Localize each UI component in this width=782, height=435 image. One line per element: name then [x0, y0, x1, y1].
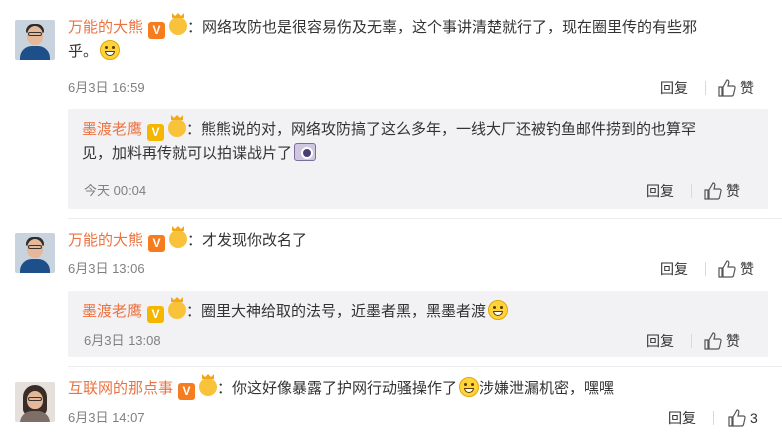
comment-body: ：才发现你改名了	[187, 232, 308, 249]
vip-crown-icon	[199, 378, 218, 396]
thumbs-up-icon	[728, 409, 746, 427]
comment-time: 6月3日 13:06	[68, 261, 145, 276]
reply-body: ：熊熊说的对，网络攻防搞了这么多年，一线大厂还被钓鱼邮件捞到的也算罕	[186, 121, 697, 138]
comment-time: 6月3日 14:07	[68, 410, 145, 425]
reply-button[interactable]: 回复	[668, 409, 696, 427]
like-label: 赞	[726, 333, 740, 349]
smirk-emoji-icon	[488, 300, 509, 320]
camera-emoji-icon	[294, 143, 317, 161]
action-divider	[691, 184, 692, 198]
reply-time: 今天 00:04	[84, 183, 147, 198]
like-button[interactable]: 赞	[704, 182, 740, 200]
reply-text: 墨渡老鹰 V ：熊熊说的对，网络攻防搞了这么多年，一线大厂还被钓鱼邮件捞到的也算罕 …	[82, 118, 762, 166]
comment-text: 万能的大熊 V ：网络攻防也是很容易伤及无辜，这个事讲清楚就行了，现在圈里传的有些邪…	[68, 16, 768, 64]
like-label: 赞	[740, 261, 754, 277]
verified-badge-icon: V	[148, 235, 166, 252]
comment-text: 万能的大熊 V ：才发现你改名了	[68, 229, 768, 253]
reply-time: 6月3日 13:08	[84, 333, 161, 348]
comment-separator	[68, 218, 782, 219]
like-label: 赞	[740, 80, 754, 96]
reply-button[interactable]: 回复	[660, 79, 688, 97]
comment-username[interactable]: 万能的大熊	[68, 19, 143, 36]
user-avatar[interactable]	[15, 233, 55, 273]
comment-body-cont: 涉嫌泄漏机密，嘿嘿	[479, 380, 615, 397]
reply-body-cont: 见，加料再传就可以拍谍战片了	[82, 145, 293, 162]
user-avatar[interactable]	[15, 20, 55, 60]
reply-text: 墨渡老鹰 V ：圈里大神给取的法号，近墨者黑，黑墨者渡	[82, 300, 762, 324]
comment-text: 互联网的那点事 V ：你这好像暴露了护网行动骚操作了 涉嫌泄漏机密，嘿嘿	[68, 377, 768, 401]
action-divider	[713, 411, 714, 425]
laugh-emoji-icon	[100, 40, 121, 60]
thumbs-up-icon	[704, 182, 722, 200]
reply-username[interactable]: 墨渡老鹰	[82, 121, 142, 138]
comment-username[interactable]: 互联网的那点事	[68, 380, 173, 397]
like-button[interactable]: 赞	[718, 260, 754, 278]
thumbs-up-icon	[718, 79, 736, 97]
comment-body: ：网络攻防也是很容易伤及无辜，这个事讲清楚就行了，现在圈里传的有些邪	[187, 19, 698, 36]
verified-badge-icon: V	[148, 22, 166, 39]
smirk-emoji-icon	[459, 377, 480, 397]
verified-badge-icon: V	[147, 306, 165, 323]
action-divider	[705, 262, 706, 276]
vip-crown-icon	[168, 119, 187, 137]
reply-body: ：圈里大神给取的法号，近墨者黑，黑墨者渡	[186, 303, 487, 320]
reply-button[interactable]: 回复	[660, 260, 688, 278]
comment-separator	[68, 366, 782, 367]
vip-crown-icon	[169, 230, 188, 248]
action-divider	[705, 81, 706, 95]
thumbs-up-icon	[718, 260, 736, 278]
action-divider	[691, 334, 692, 348]
reply-button[interactable]: 回复	[646, 182, 674, 200]
user-avatar[interactable]	[15, 382, 55, 422]
vip-crown-icon	[168, 301, 187, 319]
comment-time: 6月3日 16:59	[68, 80, 145, 95]
thumbs-up-icon	[704, 332, 722, 350]
like-button[interactable]: 3	[728, 409, 758, 427]
comment-body-cont: 乎。	[68, 43, 99, 60]
like-button[interactable]: 赞	[718, 79, 754, 97]
vip-crown-icon	[169, 17, 188, 35]
verified-badge-icon: V	[178, 383, 196, 400]
like-button[interactable]: 赞	[704, 332, 740, 350]
reply-username[interactable]: 墨渡老鹰	[82, 303, 142, 320]
comment-body: ：你这好像暴露了护网行动骚操作了	[217, 380, 458, 397]
verified-badge-icon: V	[147, 124, 165, 141]
like-label: 赞	[726, 183, 740, 199]
reply-button[interactable]: 回复	[646, 332, 674, 350]
comment-username[interactable]: 万能的大熊	[68, 232, 143, 249]
like-count: 3	[750, 410, 758, 426]
